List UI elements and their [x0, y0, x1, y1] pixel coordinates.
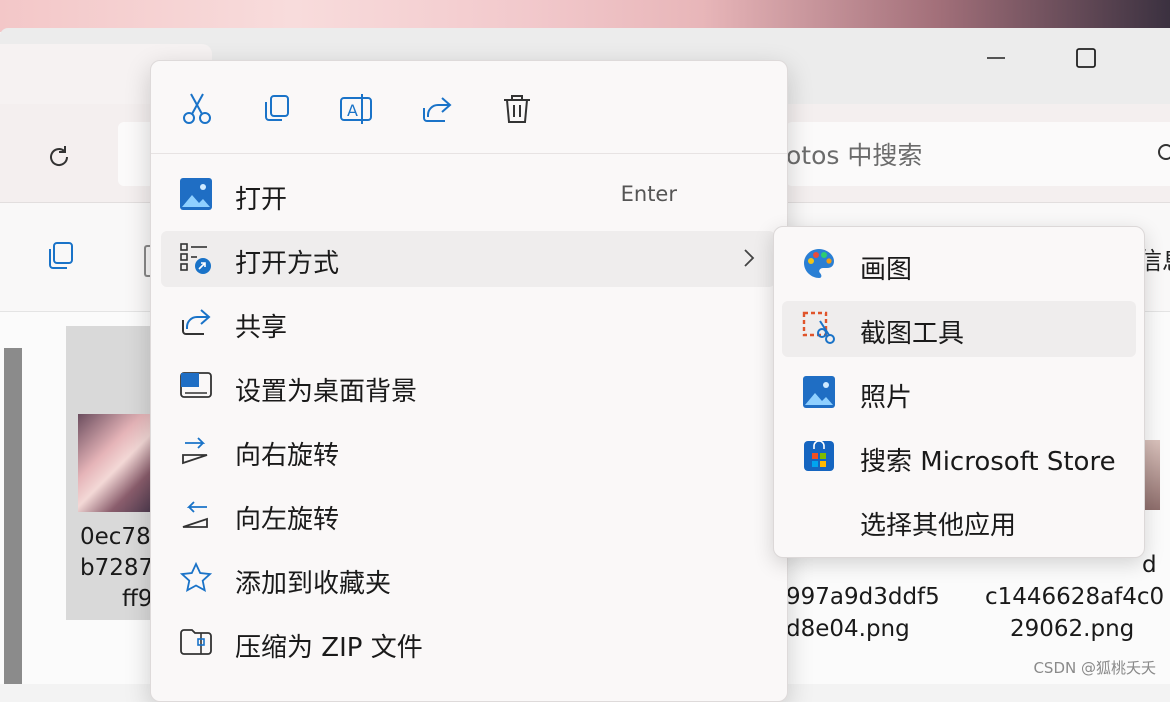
menu-item-share[interactable]: 共享	[161, 295, 775, 351]
file-name-line-1: 0ec78	[80, 524, 151, 550]
star-icon	[179, 561, 215, 597]
file-item-middle-name-2[interactable]: d8e04.png	[786, 614, 910, 645]
open-with-submenu: 画图 截图工具 照片 搜索 Microsoft Store 选择其他应用	[773, 226, 1145, 558]
rename-button[interactable]: A	[335, 87, 379, 131]
submenu-item-label: 照片	[860, 383, 913, 413]
menu-item-label: 共享	[235, 313, 288, 343]
share-icon	[179, 305, 215, 341]
watermark: CSDN @狐桃夭夭	[1033, 659, 1156, 677]
menu-item-label: 设置为桌面背景	[235, 377, 418, 407]
share-icon	[423, 97, 452, 122]
menu-item-open[interactable]: 打开 Enter	[161, 167, 775, 223]
search-box[interactable]: otos 中搜索	[786, 122, 1170, 186]
file-item-right-name-2[interactable]: 29062.png	[1010, 614, 1134, 645]
menu-item-label: 打开	[235, 185, 288, 215]
delete-button[interactable]	[495, 87, 539, 131]
microsoft-store-icon	[802, 439, 838, 475]
search-icon	[1154, 142, 1170, 168]
copy-button[interactable]	[255, 87, 299, 131]
search-placeholder: otos 中搜索	[786, 141, 923, 170]
minimize-icon	[987, 57, 1005, 59]
menu-item-set-desktop-background[interactable]: 设置为桌面背景	[161, 359, 775, 415]
trash-icon	[504, 95, 530, 123]
file-item-right-name-0[interactable]: d	[1142, 550, 1157, 581]
quick-actions-row: A	[151, 61, 787, 154]
submenu-item-label: 搜索 Microsoft Store	[860, 447, 1116, 477]
open-with-icon	[179, 241, 215, 277]
photos-app-icon	[179, 177, 215, 213]
desktop-background-icon	[179, 369, 215, 405]
chevron-right-icon	[741, 247, 757, 273]
submenu-item-label: 选择其他应用	[860, 511, 1017, 541]
file-name-line-2: b7287	[80, 555, 154, 581]
submenu-item-snipping-tool[interactable]: 截图工具	[782, 301, 1136, 357]
menu-item-label: 向右旋转	[235, 441, 340, 471]
snipping-tool-icon	[802, 311, 838, 347]
submenu-item-label: 画图	[860, 255, 913, 285]
menu-item-shortcut: Enter	[620, 182, 677, 206]
maximize-button[interactable]	[1066, 40, 1106, 76]
refresh-button[interactable]	[40, 138, 78, 176]
menu-item-label: 向左旋转	[235, 505, 340, 535]
menu-item-open-with[interactable]: 打开方式	[161, 231, 775, 287]
menu-item-rotate-left[interactable]: 向左旋转	[161, 487, 775, 543]
photos-app-icon	[802, 375, 838, 411]
submenu-item-search-store[interactable]: 搜索 Microsoft Store	[782, 429, 1136, 485]
submenu-item-label: 截图工具	[860, 319, 965, 349]
paint-app-icon	[802, 247, 838, 283]
menu-item-label: 打开方式	[235, 249, 340, 279]
cut-button[interactable]	[175, 87, 219, 131]
rotate-right-icon	[179, 433, 215, 469]
menu-item-label: 添加到收藏夹	[235, 569, 392, 599]
share-button[interactable]	[415, 87, 459, 131]
submenu-item-choose-another-app[interactable]: 选择其他应用	[782, 493, 1136, 549]
menu-item-add-to-favorites[interactable]: 添加到收藏夹	[161, 551, 775, 607]
scissors-icon	[183, 93, 211, 124]
submenu-item-paint[interactable]: 画图	[782, 237, 1136, 293]
rotate-left-icon	[179, 497, 215, 533]
zip-folder-icon	[179, 625, 215, 661]
copy-icon	[265, 95, 289, 121]
file-item-right-name-1[interactable]: c1446628af4c0	[985, 582, 1164, 613]
menu-item-rotate-right[interactable]: 向右旋转	[161, 423, 775, 479]
menu-item-label: 压缩为 ZIP 文件	[235, 633, 423, 663]
refresh-icon	[50, 146, 69, 166]
rename-icon: A	[340, 94, 372, 124]
submenu-item-photos[interactable]: 照片	[782, 365, 1136, 421]
navigation-pane-scrollbar[interactable]	[4, 348, 22, 684]
svg-text:A: A	[347, 101, 358, 120]
copy-button[interactable]	[44, 239, 78, 277]
minimize-button[interactable]	[976, 40, 1016, 76]
menu-item-compress-zip[interactable]: 压缩为 ZIP 文件	[161, 615, 775, 671]
maximize-icon	[1076, 48, 1096, 68]
file-name-line-3: ff9	[122, 586, 153, 612]
context-menu: A 打开 Enter 打开方式 共享 设置为桌面背景 向右旋转 向左旋转 添加到…	[150, 60, 788, 702]
file-item-middle-name-1[interactable]: 997a9d3ddf5	[786, 582, 940, 613]
copy-icon	[49, 242, 73, 269]
